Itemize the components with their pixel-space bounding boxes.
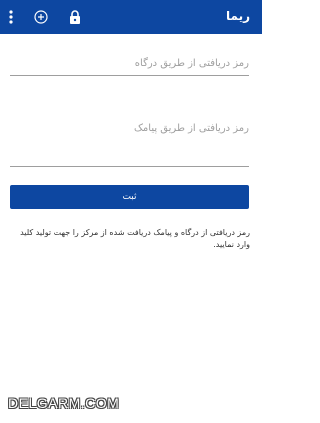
gateway-code-underline [10,75,249,76]
gateway-code-placeholder: رمز دریافتی از طریق درگاه [134,58,249,69]
lock-icon[interactable] [66,7,84,27]
app-title: ریما [226,9,250,23]
sms-code-placeholder: رمز دریافتی از طریق پیامک [133,123,249,134]
sms-code-underline [10,166,249,167]
info-text: رمز دریافتی از درگاه و پیامک دریافت شده … [20,228,250,249]
add-circle-icon[interactable] [32,7,50,27]
gateway-code-input[interactable]: رمز دریافتی از طریق درگاه [10,54,249,76]
sms-code-input[interactable]: رمز دریافتی از طریق پیامک [10,115,249,167]
app-bar: ریما [0,0,262,34]
more-vert-icon[interactable] [6,7,16,27]
submit-button[interactable]: ثبت [10,185,249,209]
watermark: DELGARM.COM [8,395,120,411]
